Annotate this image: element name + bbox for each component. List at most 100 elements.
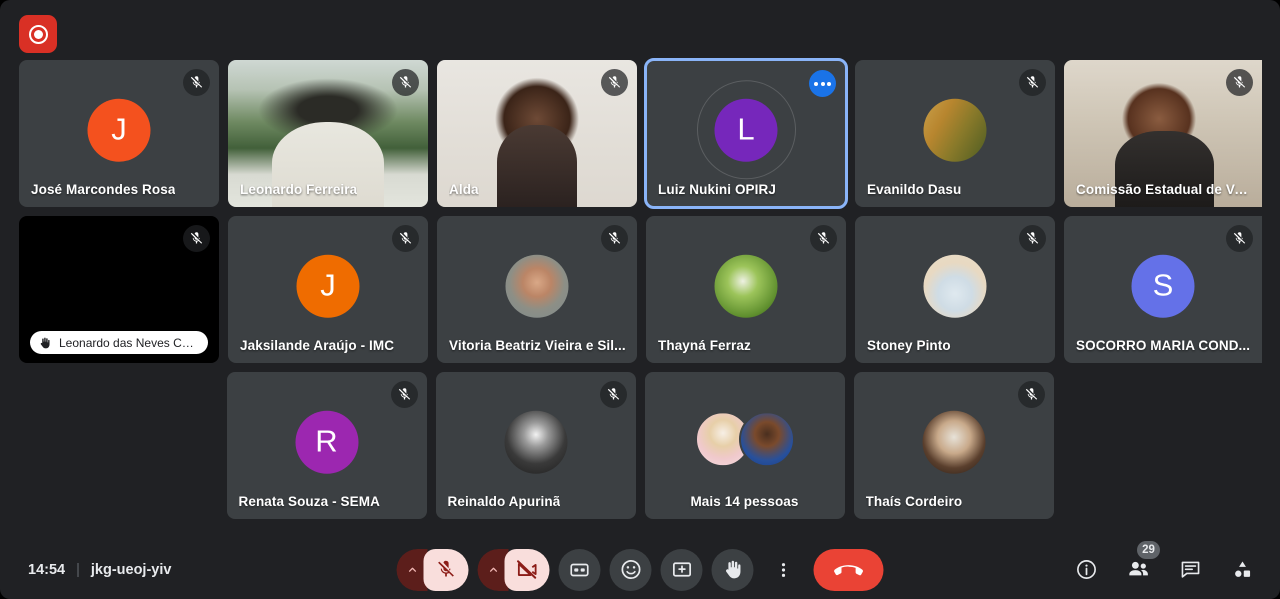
info-icon — [1075, 558, 1098, 581]
activities-panel-button[interactable] — [1222, 550, 1262, 590]
participant-tile[interactable]: Reinaldo Apurinã — [435, 372, 636, 519]
participant-name-pill: Leonardo das Neves Ca... — [30, 331, 208, 354]
camera-control — [477, 548, 550, 591]
raised-hand-icon — [721, 558, 744, 581]
more-options-button[interactable] — [763, 549, 805, 591]
meeting-details-button[interactable] — [1066, 550, 1106, 590]
participant-row: Leonardo das Neves Ca... J Jaksilande Ara… — [0, 216, 1280, 363]
record-icon — [28, 24, 48, 44]
participant-tile[interactable]: Thayná Ferraz — [646, 216, 846, 363]
present-screen-button[interactable] — [660, 548, 703, 591]
meeting-code: jkg-ueoj-yiv — [90, 561, 172, 578]
participant-row: J José Marcondes Rosa Leonardo Ferreira A… — [0, 58, 1280, 209]
leave-call-button[interactable] — [813, 548, 884, 591]
mic-off-icon — [183, 69, 210, 96]
participant-name: José Marcondes Rosa — [31, 182, 176, 197]
people-panel-button[interactable]: 29 — [1118, 540, 1160, 590]
meeting-meta: 14:54 | jkg-ueoj-yiv — [28, 562, 171, 578]
avatar: L — [714, 98, 778, 162]
participant-name: Jaksilande Araújo - IMC — [240, 338, 395, 353]
meet-window: J José Marcondes Rosa Leonardo Ferreira A… — [0, 0, 1280, 599]
primary-controls — [396, 548, 884, 591]
meeting-control-bar: 14:54 | jkg-ueoj-yiv 29 — [0, 540, 1280, 599]
avatar — [923, 254, 987, 318]
activities-icon — [1231, 558, 1254, 581]
captions-button[interactable] — [558, 548, 601, 591]
meta-separator: | — [76, 561, 80, 578]
participant-tile[interactable]: Leonardo das Neves Ca... — [19, 216, 219, 363]
participant-name: Stoney Pinto — [867, 338, 951, 353]
closed-captions-icon — [569, 559, 591, 581]
end-call-icon — [834, 555, 864, 585]
participant-name: Alda — [449, 182, 479, 197]
participant-name: SOCORRO MARIA COND... — [1076, 338, 1251, 353]
recording-indicator[interactable] — [19, 15, 57, 53]
participant-name: Vitoria Beatriz Vieira e Sil... — [449, 338, 626, 353]
mic-off-icon — [1226, 69, 1253, 96]
participant-name: Thaís Cordeiro — [865, 494, 963, 509]
chat-panel-button[interactable] — [1170, 550, 1210, 590]
secondary-controls: 29 — [1066, 540, 1262, 590]
participant-tile[interactable]: Alda — [437, 60, 637, 207]
mic-off-icon — [436, 559, 457, 580]
raise-hand-button[interactable] — [711, 548, 754, 591]
participant-tile[interactable]: Mais 14 pessoas — [644, 372, 845, 519]
raised-hand-icon — [37, 335, 52, 350]
avatar: J — [87, 98, 151, 162]
participant-tile[interactable]: Stoney Pinto — [855, 216, 1055, 363]
emoji-icon — [619, 558, 642, 581]
people-icon — [1126, 557, 1151, 582]
microphone-toggle-button[interactable] — [423, 548, 469, 591]
participant-name: Evanildo Dasu — [867, 182, 962, 197]
mic-off-icon — [392, 225, 419, 252]
avatar: S — [1131, 254, 1195, 318]
participant-row: R Renata Souza - SEMA Reinaldo Apurinã Ma… — [0, 372, 1280, 519]
participant-tile[interactable]: Vitoria Beatriz Vieira e Sil... — [437, 216, 637, 363]
participant-name: Luiz Nukini OPIRJ — [658, 182, 776, 197]
mic-off-icon — [601, 69, 628, 96]
camera-toggle-button[interactable] — [504, 548, 550, 591]
avatar — [504, 410, 567, 474]
avatar — [714, 254, 778, 318]
mic-off-icon — [1019, 225, 1046, 252]
participant-name: Leonardo Ferreira — [240, 182, 358, 197]
participant-tile[interactable]: L Luiz Nukini OPIRJ — [644, 58, 848, 209]
avatar — [922, 410, 985, 474]
participant-name: Leonardo das Neves Ca... — [59, 335, 196, 350]
participant-tile[interactable]: J Jaksilande Araújo - IMC — [228, 216, 428, 363]
participant-tile[interactable]: R Renata Souza - SEMA — [226, 372, 427, 519]
participant-name: Thayná Ferraz — [658, 338, 751, 353]
participant-tile[interactable]: S SOCORRO MARIA COND... — [1064, 216, 1262, 363]
participant-tile[interactable]: Thaís Cordeiro — [853, 372, 1054, 519]
participant-grid: J José Marcondes Rosa Leonardo Ferreira A… — [0, 58, 1280, 540]
mic-off-icon — [1226, 225, 1253, 252]
mic-off-icon — [810, 225, 837, 252]
camera-off-icon — [516, 558, 539, 581]
reactions-button[interactable] — [609, 548, 652, 591]
participant-tile[interactable]: Evanildo Dasu — [855, 60, 1055, 207]
avatar — [923, 98, 987, 162]
mic-off-icon — [1017, 381, 1045, 408]
clock-time: 14:54 — [28, 561, 66, 578]
mic-off-icon — [390, 381, 418, 408]
participant-tile[interactable]: J José Marcondes Rosa — [19, 60, 219, 207]
participant-tile[interactable]: Leonardo Ferreira — [228, 60, 428, 207]
participant-name: Renata Souza - SEMA — [238, 494, 380, 509]
microphone-control — [396, 548, 469, 591]
present-screen-icon — [670, 558, 693, 581]
people-count-badge: 29 — [1137, 540, 1160, 559]
avatar: J — [296, 254, 360, 318]
participant-tile[interactable]: Comissão Estadual de Va... — [1064, 60, 1262, 207]
participant-name: Comissão Estadual de Va... — [1076, 182, 1252, 197]
participant-name: Reinaldo Apurinã — [447, 494, 561, 509]
mic-off-icon — [392, 69, 419, 96]
overflow-avatars — [694, 410, 795, 467]
tile-more-options-button[interactable] — [809, 70, 836, 97]
mic-off-icon — [183, 225, 210, 252]
mic-off-icon — [1019, 69, 1046, 96]
avatar — [505, 254, 569, 318]
avatar: R — [295, 410, 358, 474]
mic-off-icon — [599, 381, 627, 408]
participant-name: Mais 14 pessoas — [690, 494, 799, 509]
more-vertical-icon — [774, 560, 794, 580]
